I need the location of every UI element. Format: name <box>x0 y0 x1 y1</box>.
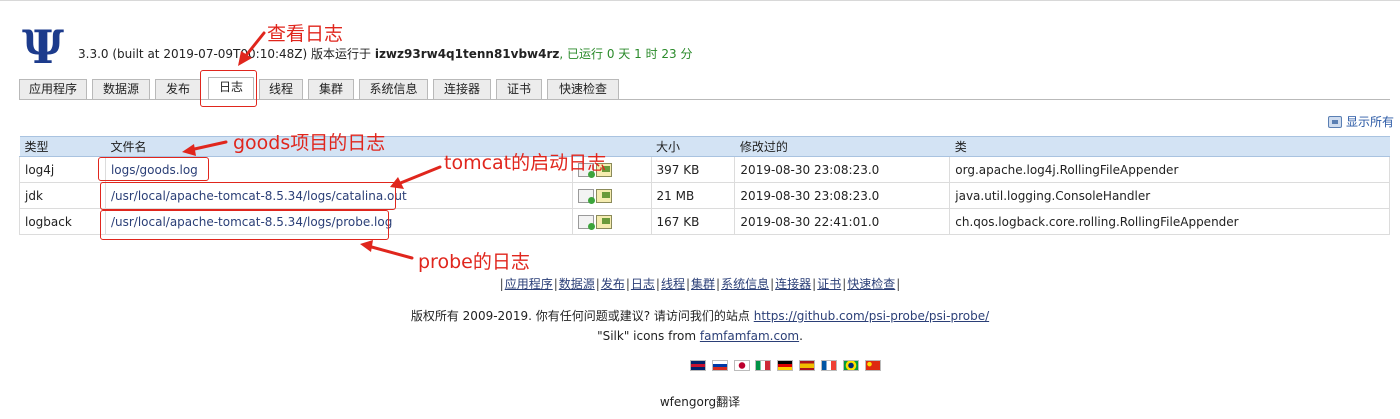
footer-link-certificates[interactable]: 证书 <box>817 277 841 291</box>
flag-france-icon[interactable] <box>820 360 837 371</box>
highlight-goods-log <box>98 157 209 181</box>
top-border <box>0 0 1400 1</box>
cell-type: logback <box>19 208 106 235</box>
footer-link-applications[interactable]: 应用程序 <box>505 277 553 291</box>
tab-datasources[interactable]: 数据源 <box>92 79 150 99</box>
flag-germany-icon[interactable] <box>777 360 794 371</box>
col-modified[interactable]: 修改过的 <box>734 136 950 157</box>
version-text: 3.3.0 (built at 2019-07-09T00:10:48Z) 版本… <box>78 47 371 61</box>
footer-link-logs[interactable]: 日志 <box>631 277 655 291</box>
col-class[interactable]: 类 <box>949 136 1390 157</box>
flag-italy-icon[interactable] <box>755 360 772 371</box>
annotation-goods-log: goods项目的日志 <box>233 132 386 154</box>
arrow-to-probe-log <box>366 244 414 260</box>
annotation-tomcat-log: tomcat的启动日志 <box>444 152 607 174</box>
psi-probe-logo[interactable]: Ψ <box>22 24 68 70</box>
col-size[interactable]: 大小 <box>651 136 735 157</box>
flag-china-icon[interactable] <box>864 360 881 371</box>
footer-link-system-info[interactable]: 系统信息 <box>721 277 769 291</box>
host-name: izwz93rw4q1tenn81vbw4rz <box>374 47 560 61</box>
footer-link-datasources[interactable]: 数据源 <box>559 277 595 291</box>
cell-size: 397 KB <box>651 156 736 183</box>
show-all-link[interactable]: 显示所有 <box>1327 113 1394 130</box>
famfamfam-link[interactable]: famfamfam.com <box>700 329 799 343</box>
cell-class: ch.qos.logback.core.rolling.RollingFileA… <box>949 208 1390 235</box>
flag-russia-icon[interactable] <box>711 360 728 371</box>
footer-link-cluster[interactable]: 集群 <box>691 277 715 291</box>
tab-certificates[interactable]: 证书 <box>496 79 542 99</box>
annotation-probe-log: probe的日志 <box>418 251 530 273</box>
col-type[interactable]: 类型 <box>19 136 106 157</box>
highlight-catalina-log <box>100 182 396 210</box>
show-all-icon <box>1327 116 1342 128</box>
view-log-icon[interactable] <box>595 214 612 229</box>
tab-cluster[interactable]: 集群 <box>308 79 354 99</box>
footer-link-connectors[interactable]: 连接器 <box>775 277 811 291</box>
copyright-line: 版权所有 2009-2019. 你有任何问题或建议? 请访问我们的站点 http… <box>0 307 1400 324</box>
language-flags <box>690 360 883 372</box>
version-info: 3.3.0 (built at 2019-07-09T00:10:48Z) 版本… <box>78 45 692 62</box>
download-icon[interactable] <box>577 188 595 204</box>
flag-brazil-icon[interactable] <box>842 360 859 371</box>
translator-credit: wfengorg翻译 <box>659 395 741 409</box>
tab-system-info[interactable]: 系统信息 <box>359 79 428 99</box>
cell-modified: 2019-08-30 22:41:01.0 <box>734 208 951 235</box>
tab-deployment[interactable]: 发布 <box>155 79 201 99</box>
cell-size: 167 KB <box>651 208 736 235</box>
cell-class: java.util.logging.ConsoleHandler <box>949 182 1390 209</box>
silk-credit: "Silk" icons from famfamfam.com. <box>0 329 1400 343</box>
flag-japan-icon[interactable] <box>733 360 750 371</box>
footer-nav: |应用程序|数据源|发布|日志|线程|集群|系统信息|连接器|证书|快速检查| <box>499 277 901 291</box>
copyright-text: 版权所有 2009-2019. 你有任何问题或建议? 请访问我们的站点 <box>410 309 750 323</box>
arrowhead-probe-log <box>360 240 373 252</box>
cell-modified: 2019-08-30 23:08:23.0 <box>734 156 951 183</box>
cell-size: 21 MB <box>651 182 736 209</box>
cell-class: org.apache.log4j.RollingFileAppender <box>949 156 1390 183</box>
silk-text: "Silk" icons from <box>597 329 697 343</box>
cell-type: log4j <box>19 156 106 183</box>
footer-link-deployment[interactable]: 发布 <box>601 277 625 291</box>
flag-spain-icon[interactable] <box>799 360 816 371</box>
footer-link-threads[interactable]: 线程 <box>661 277 685 291</box>
annotation-view-log: 查看日志 <box>267 23 344 45</box>
highlight-logs-tab <box>200 70 257 107</box>
table-header-row: 类型 文件名 大小 修改过的 类 <box>19 136 1390 157</box>
cell-modified: 2019-08-30 23:08:23.0 <box>734 182 951 209</box>
silk-suffix: . <box>799 329 803 343</box>
view-log-icon[interactable] <box>595 188 612 203</box>
tab-applications[interactable]: 应用程序 <box>19 79 87 99</box>
cell-type: jdk <box>19 182 106 209</box>
tab-threads[interactable]: 线程 <box>259 79 303 99</box>
tab-connectors[interactable]: 连接器 <box>433 79 491 99</box>
show-all-label: 显示所有 <box>1345 115 1394 129</box>
project-site-link[interactable]: https://github.com/psi-probe/psi-probe/ <box>754 309 989 323</box>
uptime-text: , 已运行 0 天 1 时 23 分 <box>559 47 693 61</box>
tab-quick-check[interactable]: 快速检查 <box>547 79 619 99</box>
footer-link-quick-check[interactable]: 快速检查 <box>847 277 895 291</box>
download-icon[interactable] <box>577 214 595 230</box>
flag-uk-icon[interactable] <box>690 360 706 371</box>
table-row: log4j logs/goods.log 397 KB 2019-08-30 2… <box>19 156 1390 183</box>
highlight-probe-log <box>100 210 389 240</box>
